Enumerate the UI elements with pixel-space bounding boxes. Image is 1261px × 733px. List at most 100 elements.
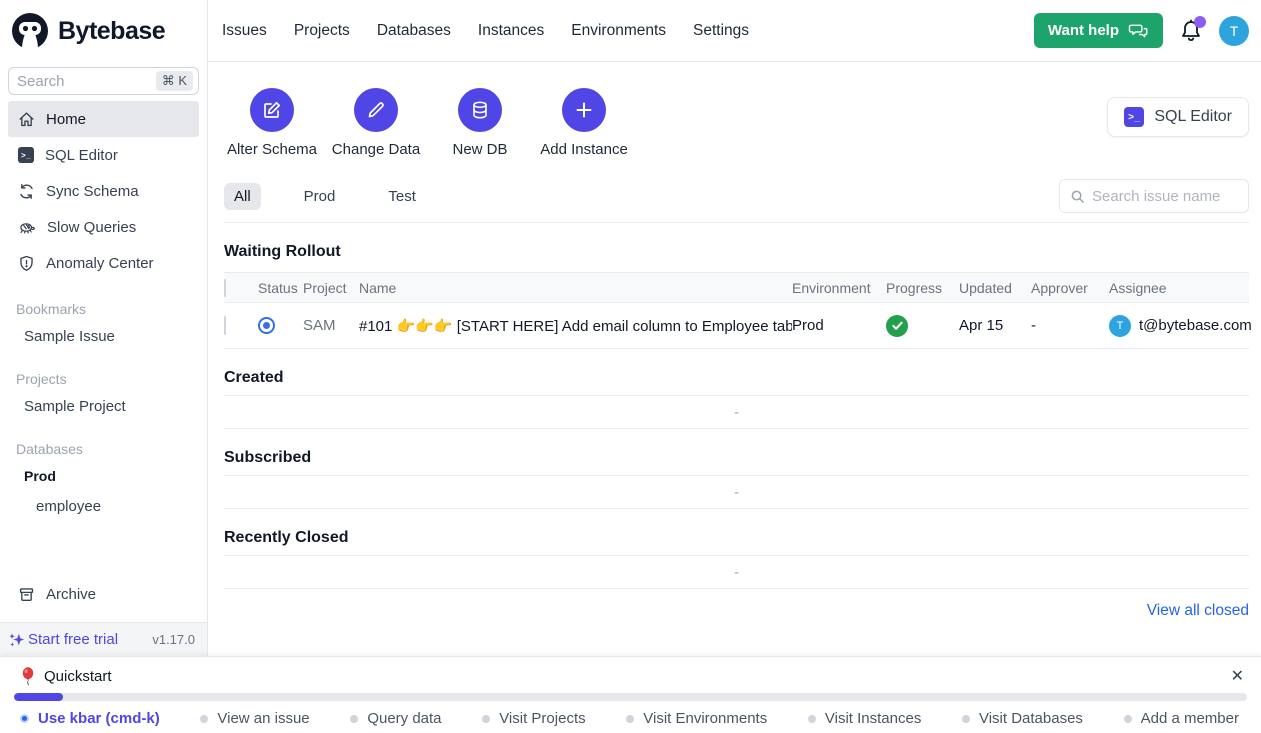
issue-name-link[interactable]: #101 👉👉👉 [START HERE] Add email column t… bbox=[359, 317, 792, 335]
main-area: Issues Projects Databases Instances Envi… bbox=[208, 0, 1261, 656]
sidebar-item-label: Slow Queries bbox=[47, 219, 136, 236]
tab-all[interactable]: All bbox=[224, 183, 261, 210]
new-db-action[interactable]: New DB bbox=[432, 88, 528, 158]
database-item-employee[interactable]: employee bbox=[0, 491, 207, 521]
view-all-closed-link[interactable]: View all closed bbox=[1147, 602, 1249, 619]
quickstart-item-label: Add a member bbox=[1141, 710, 1239, 727]
sidebar-item-anomaly-center[interactable]: Anomaly Center bbox=[8, 245, 199, 281]
sql-editor-button[interactable]: >_ SQL Editor bbox=[1107, 97, 1249, 137]
quickstart-item-label: View an issue bbox=[217, 710, 309, 727]
start-free-trial-label: Start free trial bbox=[28, 631, 118, 648]
sidebar-item-label: Home bbox=[46, 111, 86, 128]
quickstart-item-label: Visit Projects bbox=[499, 710, 585, 727]
chat-bubbles-icon bbox=[1128, 21, 1149, 40]
issue-search-input[interactable] bbox=[1092, 188, 1238, 205]
sparkles-icon bbox=[8, 631, 26, 649]
quickstart-items: Use kbar (cmd-k) View an issue Query dat… bbox=[0, 701, 1261, 727]
quickstart-item-query-data[interactable]: Query data bbox=[350, 710, 441, 727]
home-icon bbox=[18, 111, 35, 128]
sidebar-item-sync-schema[interactable]: Sync Schema bbox=[8, 173, 199, 209]
change-data-action[interactable]: Change Data bbox=[328, 88, 424, 158]
notification-dot bbox=[1194, 16, 1206, 28]
quickstart-item-visit-projects[interactable]: Visit Projects bbox=[482, 710, 585, 727]
edit-square-icon bbox=[262, 100, 282, 120]
nav-settings[interactable]: Settings bbox=[693, 22, 749, 40]
top-nav: Issues Projects Databases Instances Envi… bbox=[222, 22, 749, 40]
issue-row[interactable]: SAM #101 👉👉👉 [START HERE] Add email colu… bbox=[224, 303, 1249, 349]
select-all-checkbox[interactable] bbox=[224, 279, 226, 297]
quickstart-item-visit-environments[interactable]: Visit Environments bbox=[626, 710, 767, 727]
column-status: Status bbox=[258, 280, 303, 296]
issue-assignee: t@bytebase.com bbox=[1139, 317, 1252, 334]
open-status-icon bbox=[258, 317, 275, 334]
issue-approver: - bbox=[1031, 317, 1109, 334]
issue-updated: Apr 15 bbox=[959, 317, 1031, 334]
row-checkbox[interactable] bbox=[224, 316, 226, 335]
quickstart-item-visit-instances[interactable]: Visit Instances bbox=[808, 710, 921, 727]
turtle-icon bbox=[18, 219, 36, 236]
quick-actions-row: Alter Schema Change Data bbox=[224, 88, 1249, 158]
issue-environment: Prod bbox=[792, 317, 886, 334]
projects-section-label: Projects bbox=[0, 367, 207, 391]
search-shortcut-badge: ⌘ K bbox=[156, 71, 193, 91]
nav-issues[interactable]: Issues bbox=[222, 22, 267, 40]
start-free-trial-link[interactable]: Start free trial bbox=[8, 631, 118, 649]
sidebar-item-label: SQL Editor bbox=[45, 147, 118, 164]
sidebar-item-slow-queries[interactable]: Slow Queries bbox=[8, 209, 199, 245]
brand-logo[interactable]: Bytebase bbox=[0, 0, 207, 62]
brand-name: Bytebase bbox=[58, 17, 165, 46]
sidebar-item-sql-editor[interactable]: >_ SQL Editor bbox=[8, 137, 199, 173]
recently-closed-title: Recently Closed bbox=[224, 529, 1249, 547]
progress-check-icon bbox=[886, 315, 908, 337]
step-dot-icon bbox=[1124, 715, 1132, 723]
step-dot-icon bbox=[350, 715, 358, 723]
nav-instances[interactable]: Instances bbox=[478, 22, 544, 40]
nav-environments[interactable]: Environments bbox=[571, 22, 666, 40]
nav-databases[interactable]: Databases bbox=[377, 22, 451, 40]
subscribed-title: Subscribed bbox=[224, 449, 1249, 467]
quickstart-item-label: Visit Databases bbox=[979, 710, 1083, 727]
nav-projects[interactable]: Projects bbox=[294, 22, 350, 40]
database-group-prod[interactable]: Prod bbox=[0, 461, 207, 491]
tab-test[interactable]: Test bbox=[378, 183, 426, 210]
user-avatar[interactable]: T bbox=[1219, 16, 1249, 46]
sidebar-item-home[interactable]: Home bbox=[8, 101, 199, 137]
action-label: Alter Schema bbox=[227, 141, 317, 158]
step-dot-icon bbox=[808, 715, 816, 723]
quickstart-item-label: Query data bbox=[367, 710, 441, 727]
sidebar-item-archive[interactable]: Archive bbox=[8, 576, 199, 612]
bookmarks-section-label: Bookmarks bbox=[0, 297, 207, 321]
assignee-avatar: T bbox=[1109, 315, 1131, 337]
issue-project: SAM bbox=[303, 317, 359, 334]
column-updated: Updated bbox=[959, 280, 1031, 296]
environment-tabs: All Prod Test bbox=[224, 179, 1249, 223]
quickstart-item-label: Use kbar (cmd-k) bbox=[38, 710, 160, 727]
want-help-button[interactable]: Want help bbox=[1034, 13, 1163, 48]
sidebar-search-input[interactable] bbox=[17, 73, 156, 90]
step-dot-icon bbox=[482, 715, 490, 723]
bookmark-sample-issue[interactable]: Sample Issue bbox=[0, 321, 207, 351]
terminal-icon: >_ bbox=[18, 147, 34, 163]
quickstart-item-add-member[interactable]: Add a member bbox=[1124, 710, 1239, 727]
bytebase-logo-icon bbox=[10, 11, 50, 51]
quickstart-item-visit-databases[interactable]: Visit Databases bbox=[962, 710, 1083, 727]
alter-schema-action[interactable]: Alter Schema bbox=[224, 88, 320, 158]
add-instance-action[interactable]: Add Instance bbox=[536, 88, 632, 158]
quickstart-item-use-kbar[interactable]: Use kbar (cmd-k) bbox=[20, 710, 160, 727]
action-label: Add Instance bbox=[540, 141, 628, 158]
trial-bar: Start free trial v1.17.0 bbox=[0, 622, 207, 656]
tab-prod[interactable]: Prod bbox=[294, 183, 346, 210]
sidebar-search[interactable]: ⌘ K bbox=[8, 67, 199, 95]
quickstart-item-view-issue[interactable]: View an issue bbox=[200, 710, 309, 727]
step-dot-icon bbox=[962, 715, 970, 723]
quickstart-title: Quickstart bbox=[44, 668, 112, 685]
app-version: v1.17.0 bbox=[152, 632, 195, 647]
issue-search[interactable] bbox=[1059, 179, 1249, 213]
subscribed-empty: - bbox=[224, 475, 1249, 509]
bytebase-app: Bytebase ⌘ K Home >_ SQL Editor bbox=[0, 0, 1261, 733]
project-sample-project[interactable]: Sample Project bbox=[0, 391, 207, 421]
quickstart-item-label: Visit Environments bbox=[643, 710, 767, 727]
notifications-bell[interactable] bbox=[1179, 18, 1203, 44]
close-icon[interactable]: ✕ bbox=[1227, 664, 1248, 688]
want-help-label: Want help bbox=[1048, 22, 1119, 39]
